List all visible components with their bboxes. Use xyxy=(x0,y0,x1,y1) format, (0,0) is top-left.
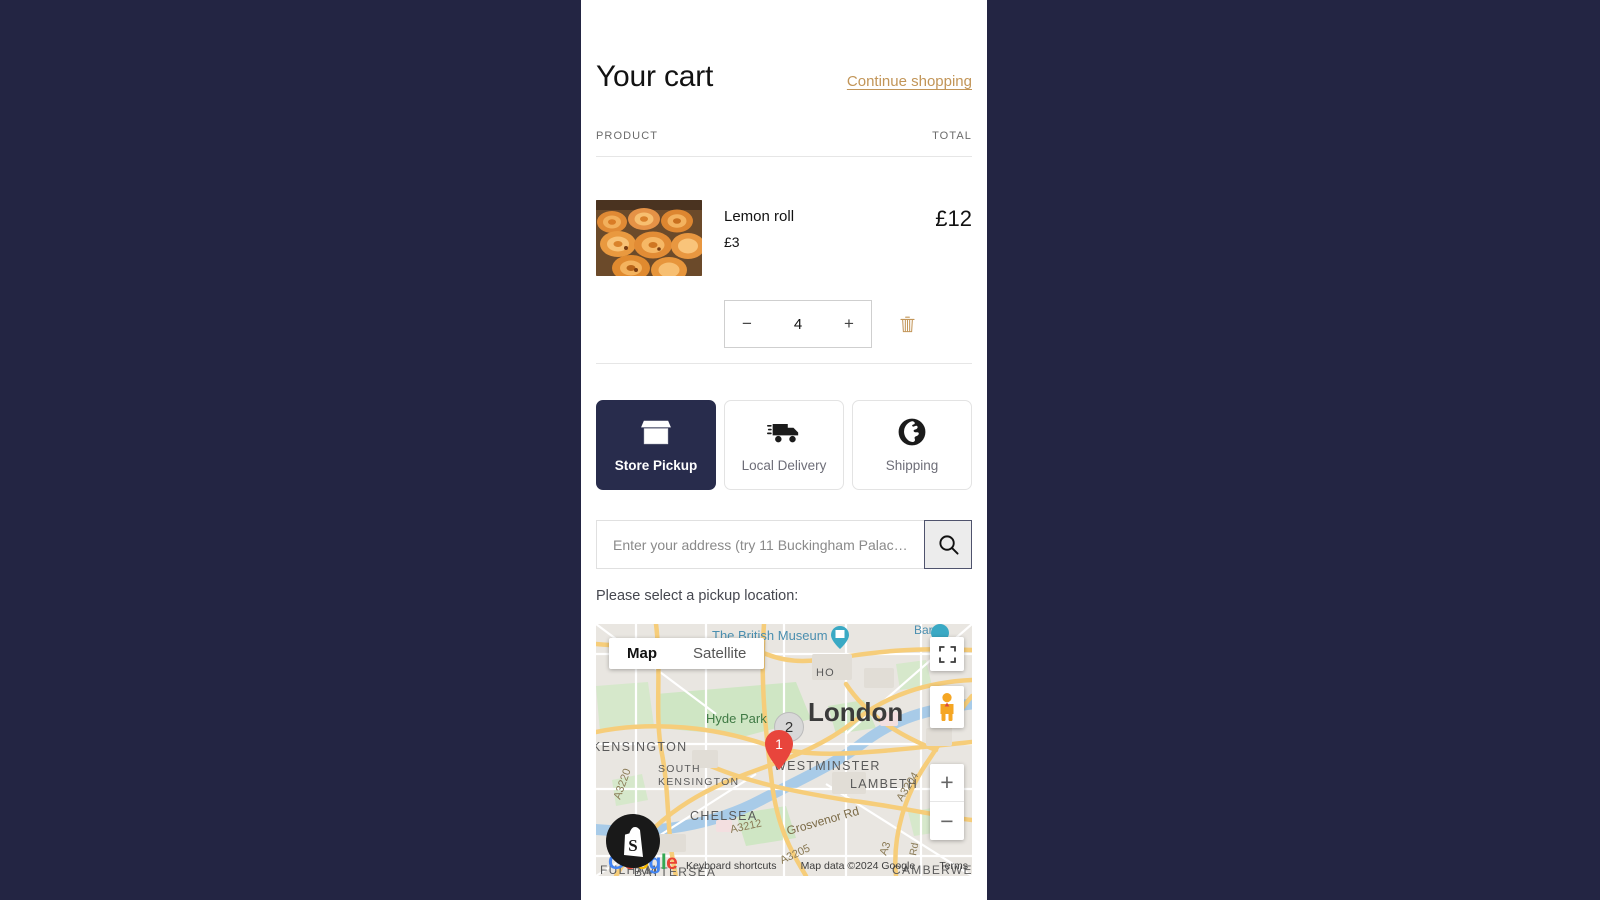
tab-shipping-label: Shipping xyxy=(885,458,939,473)
pickup-location-map[interactable]: The British Museum HO Bar London Hyde Pa… xyxy=(596,624,972,876)
svg-text:London: London xyxy=(808,697,903,727)
pegman-icon xyxy=(940,693,954,721)
svg-text:KENSINGTON: KENSINGTON xyxy=(658,776,739,788)
quantity-value[interactable]: 4 xyxy=(769,316,827,333)
map-zoom-in-button[interactable]: + xyxy=(930,764,964,802)
cart-item: Lemon roll £3 £12 xyxy=(596,200,972,276)
svg-text:HO: HO xyxy=(816,667,835,679)
map-zoom-controls: + − xyxy=(930,764,964,840)
svg-text:SOUTH: SOUTH xyxy=(658,763,701,775)
quantity-area: − 4 + xyxy=(724,300,972,348)
tab-store-pickup-label: Store Pickup xyxy=(614,458,698,473)
globe-icon xyxy=(895,417,929,447)
table-row: Lemon roll £3 £12 − 4 + xyxy=(596,200,972,348)
continue-shopping-link[interactable]: Continue shopping xyxy=(847,73,972,90)
keyboard-shortcuts-link[interactable]: Keyboard shortcuts xyxy=(686,860,776,872)
svg-text:Hyde Park: Hyde Park xyxy=(706,711,767,726)
map-fullscreen-button[interactable] xyxy=(930,637,964,671)
tab-shipping[interactable]: Shipping xyxy=(852,400,972,490)
map-type-toggle: Map Satellite xyxy=(609,638,765,669)
quantity-stepper: − 4 + xyxy=(724,300,872,348)
svg-text:KENSINGTON: KENSINGTON xyxy=(596,740,687,754)
column-header-product: PRODUCT xyxy=(596,130,659,142)
storefront-icon xyxy=(639,417,673,447)
address-search-button[interactable] xyxy=(924,520,972,569)
tab-local-delivery[interactable]: Local Delivery xyxy=(724,400,844,490)
column-header-total: TOTAL xyxy=(932,130,972,142)
map-data-credit: Map data ©2024 Google xyxy=(800,860,916,872)
product-line-total: £12 xyxy=(935,206,972,231)
product-unit-price: £3 xyxy=(724,233,740,250)
pickup-location-hint: Please select a pickup location: xyxy=(596,588,799,604)
quantity-decrease-button[interactable]: − xyxy=(725,301,769,347)
tab-local-delivery-label: Local Delivery xyxy=(741,458,827,473)
delivery-truck-icon xyxy=(767,417,801,447)
fullscreen-icon xyxy=(938,645,956,663)
map-marker-pin[interactable]: 1 xyxy=(764,729,794,771)
address-search-row xyxy=(596,520,972,569)
quantity-increase-button[interactable]: + xyxy=(827,301,871,347)
product-thumbnail[interactable] xyxy=(596,200,702,276)
map-type-satellite-button[interactable]: Satellite xyxy=(675,638,764,669)
cart-table-header: PRODUCT TOTAL xyxy=(596,130,972,157)
magnifier-icon xyxy=(938,535,959,555)
svg-text:Bar: Bar xyxy=(914,624,933,637)
svg-text:1: 1 xyxy=(775,736,783,752)
map-type-map-button[interactable]: Map xyxy=(609,638,675,669)
svg-text:S: S xyxy=(628,836,637,855)
shopify-logo: S xyxy=(606,814,660,868)
address-input[interactable] xyxy=(596,520,924,569)
app-root: Your cart Continue shopping PRODUCT TOTA… xyxy=(0,0,1600,900)
tab-store-pickup[interactable]: Store Pickup xyxy=(596,400,716,490)
product-details: Lemon roll £3 xyxy=(724,200,935,250)
terms-link[interactable]: Terms xyxy=(939,860,968,872)
remove-item-button[interactable] xyxy=(894,311,920,337)
delivery-method-tabs: Store Pickup Local Delivery Shipping xyxy=(596,400,972,490)
cart-header: Your cart Continue shopping xyxy=(596,60,972,93)
product-title[interactable]: Lemon roll xyxy=(724,206,935,228)
svg-text:Rd: Rd xyxy=(908,842,921,857)
cart-divider xyxy=(596,363,972,364)
map-street-view-button[interactable] xyxy=(930,686,964,728)
page-title: Your cart xyxy=(596,60,714,93)
map-zoom-out-button[interactable]: − xyxy=(930,802,964,840)
map-attribution-bar: Keyboard shortcuts Map data ©2024 Google… xyxy=(686,860,968,872)
